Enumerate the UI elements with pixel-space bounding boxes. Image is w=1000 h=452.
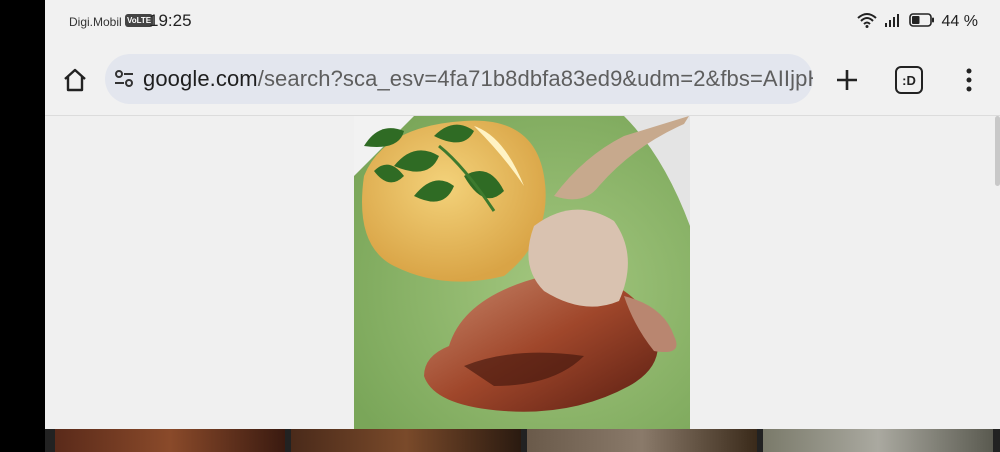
- carrier-name: Digi.Mobil: [69, 15, 122, 29]
- address-bar[interactable]: google.com/search?sca_esv=4fa71b8dbfa83e…: [105, 54, 813, 104]
- battery-percent: 44 %: [941, 13, 978, 30]
- thumbnail-image[interactable]: [527, 429, 757, 452]
- plus-icon: [837, 70, 857, 90]
- thumbnail-image[interactable]: [763, 429, 993, 452]
- thumbnail-image[interactable]: [55, 429, 285, 452]
- url-text[interactable]: google.com/search?sca_esv=4fa71b8dbfa83e…: [143, 66, 813, 92]
- url-host: google.com: [143, 66, 258, 91]
- thumbnail-image[interactable]: [291, 429, 521, 452]
- scrollbar[interactable]: [995, 116, 1000, 186]
- new-tab-button[interactable]: [831, 64, 863, 96]
- tune-icon[interactable]: [113, 66, 135, 92]
- url-path: /search?sca_esv=4fa71b8dbfa83ed9&udm=2&f…: [257, 66, 813, 91]
- thumbnail-row: [45, 429, 1000, 452]
- more-vert-icon[interactable]: [957, 64, 981, 96]
- wifi-icon: [856, 12, 877, 33]
- status-icons: 44 %: [856, 10, 978, 34]
- browser-toolbar: google.com/search?sca_esv=4fa71b8dbfa83e…: [45, 44, 1000, 116]
- tab-switcher-label: :D: [902, 72, 916, 88]
- status-clock: 19:25: [149, 11, 192, 30]
- home-button[interactable]: [59, 64, 91, 96]
- status-bar: Digi.Mobil VoLTE 19:25 44 %: [45, 0, 1000, 44]
- tab-switcher-icon[interactable]: :D: [895, 66, 923, 94]
- phone-screen: Digi.Mobil VoLTE 19:25 44 % google.com/s…: [45, 0, 1000, 452]
- main-image[interactable]: [354, 116, 690, 429]
- home-icon: [64, 68, 86, 92]
- page-content: [45, 116, 1000, 452]
- battery-icon: [908, 12, 935, 32]
- left-black-bar: [0, 0, 45, 452]
- signal-icon: [884, 12, 902, 33]
